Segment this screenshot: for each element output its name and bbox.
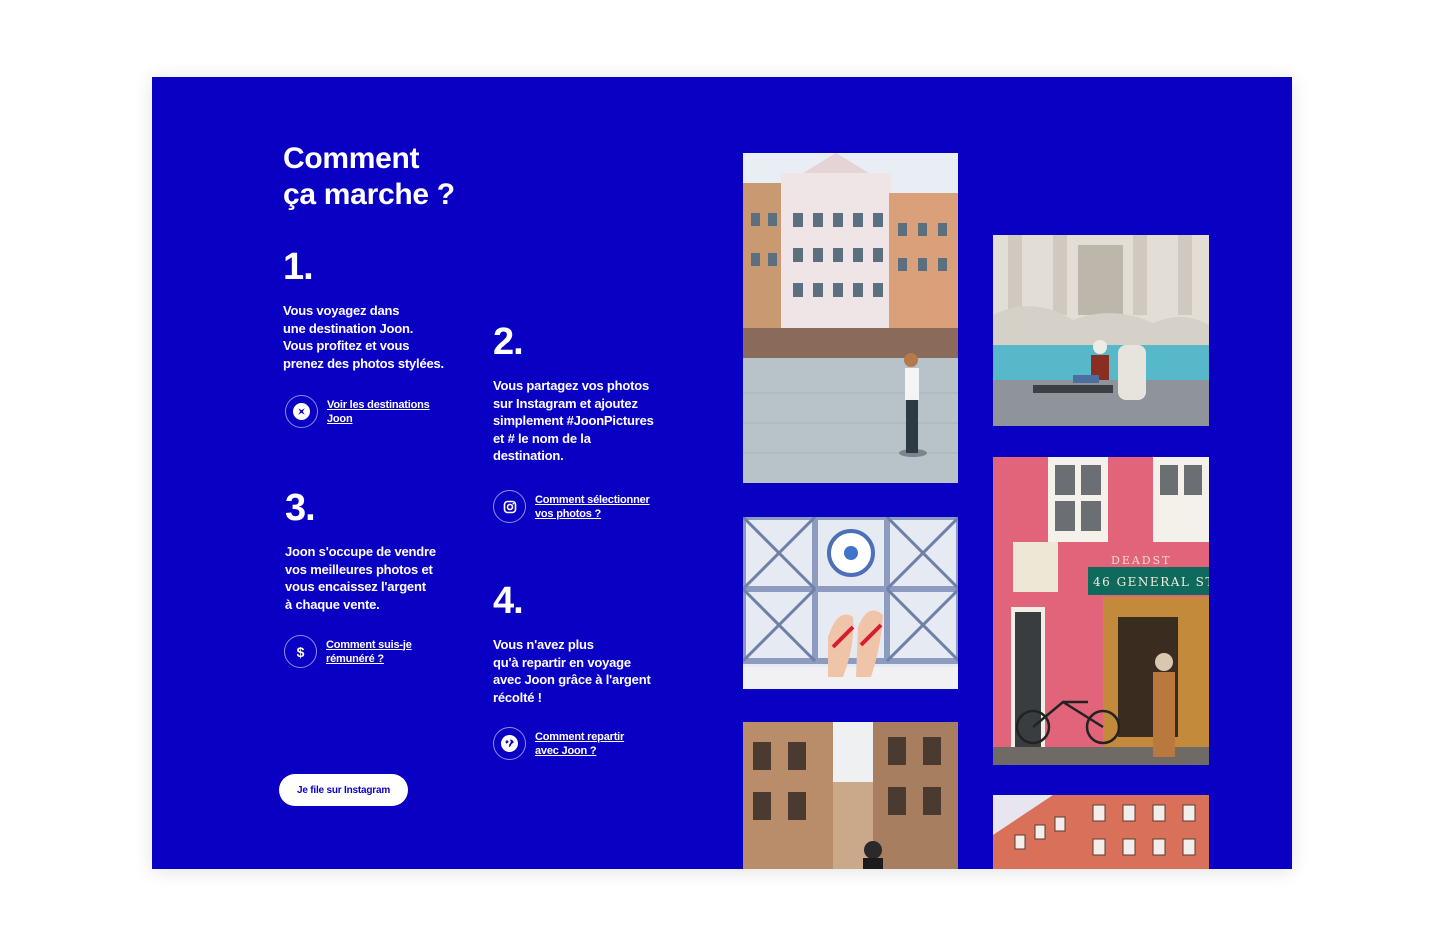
instagram-cta-button[interactable]: Je file sur Instagram xyxy=(279,774,408,806)
photo-trevi-fountain xyxy=(993,235,1209,426)
step-3-link-label: Comment suis-je rémunéré ? xyxy=(326,638,412,665)
shop-sign-text: 46 GENERAL ST xyxy=(1093,575,1209,589)
airplane-icon xyxy=(285,395,318,428)
shop-sign-top-text: DEADST xyxy=(1111,554,1172,567)
photo-pink-shop: 46 GENERAL ST DEADST xyxy=(993,457,1209,765)
step-3-number: 3. xyxy=(285,487,316,529)
step-1-number: 1. xyxy=(283,246,314,288)
dollar-glyph: $ xyxy=(296,643,305,660)
section-title: Comment ça marche ? xyxy=(283,142,455,211)
step-2-link-label: Comment sélectionner vos photos ? xyxy=(535,493,650,520)
step-3-text: Joon s'occupe de vendre vos meilleures p… xyxy=(285,544,436,612)
step-4-link-label: Comment repartir avec Joon ? xyxy=(535,730,625,757)
instagram-icon xyxy=(493,490,526,523)
dollar-icon: $ xyxy=(284,635,317,668)
globe-icon xyxy=(493,727,526,760)
step-3-link[interactable]: $ Comment suis-je rémunéré ? xyxy=(284,635,412,668)
photo-prague-square xyxy=(743,153,958,483)
step-2-text: Vous partagez vos photos sur Instagram e… xyxy=(493,378,654,463)
step-2-link[interactable]: Comment sélectionner vos photos ? xyxy=(493,490,650,523)
step-1-link-label: Voir les destinations Joon xyxy=(327,398,430,425)
step-1-link[interactable]: Voir les destinations Joon xyxy=(285,395,430,428)
photo-narrow-street xyxy=(743,722,958,869)
step-2-number: 2. xyxy=(493,321,524,363)
how-it-works-section: Comment ça marche ? 1. Vous voyagez dans… xyxy=(152,77,1292,869)
step-4-link[interactable]: Comment repartir avec Joon ? xyxy=(493,727,624,760)
step-4-number: 4. xyxy=(493,580,524,622)
photo-red-building xyxy=(993,795,1209,869)
step-4-text: Vous n'avez plus qu'à repartir en voyage… xyxy=(493,637,651,705)
photo-tiles-feet xyxy=(743,517,958,689)
step-1-text: Vous voyagez dans une destination Joon. … xyxy=(283,303,444,371)
